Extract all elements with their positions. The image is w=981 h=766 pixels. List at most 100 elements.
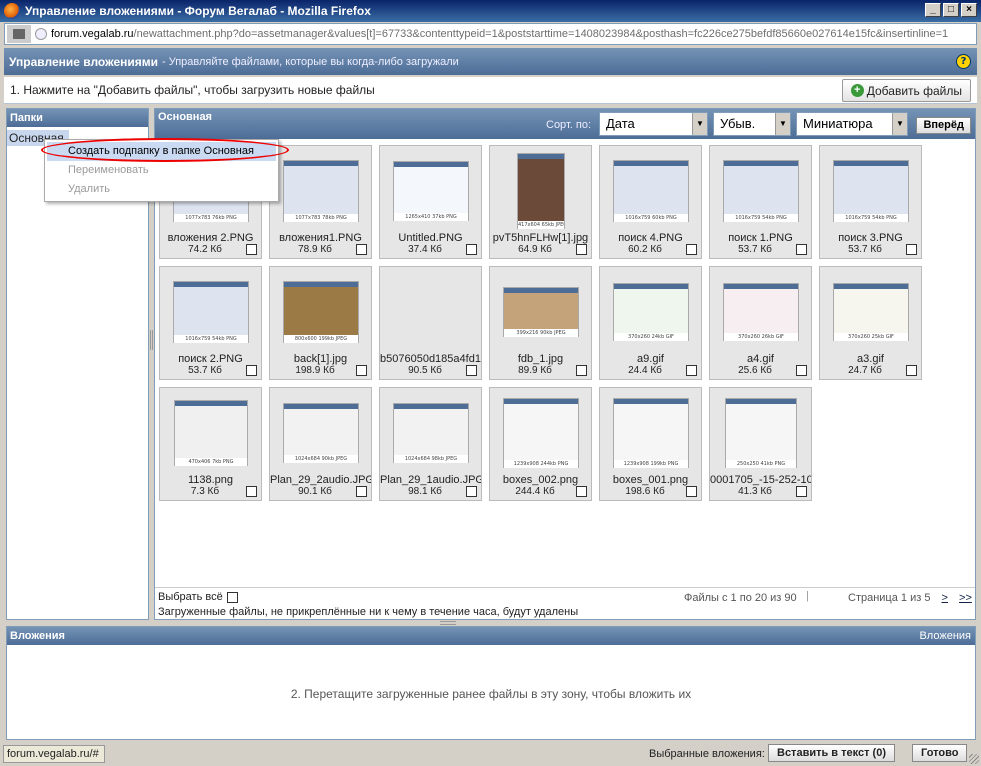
file-thumbnail[interactable]: 370x260 25kb GIF (830, 273, 912, 351)
file-checkbox[interactable] (686, 486, 697, 497)
file-tile[interactable]: 399x216 90kb JPEG fdb_1.jpg 89.9 Кб (489, 266, 592, 380)
file-checkbox[interactable] (576, 486, 587, 497)
delete-menu-item[interactable]: Удалить (47, 180, 276, 199)
select-all[interactable]: Выбрать всё (158, 591, 238, 603)
file-tile[interactable]: 250x250 41kb PNG 0001705_-15-252-100-41.3… (709, 387, 812, 501)
help-icon[interactable]: ? (956, 54, 971, 69)
thumbnail-caption: 370x260 26kb GIF (724, 333, 798, 341)
window-controls: _ □ × (925, 3, 977, 17)
file-tile[interactable]: 1016x759 60kb PNG поиск 4.PNG 60.2 Кб (599, 145, 702, 259)
last-page-link[interactable]: >> (959, 592, 972, 604)
file-thumbnail[interactable] (390, 273, 472, 351)
file-thumbnail[interactable]: 1016x759 60kb PNG (610, 152, 692, 230)
file-checkbox[interactable] (246, 365, 257, 376)
file-checkbox[interactable] (796, 365, 807, 376)
file-checkbox[interactable] (466, 486, 477, 497)
add-files-button[interactable]: + Добавить файлы (841, 79, 971, 102)
file-tile[interactable]: 370x260 26kb GIF a4.gif 25.6 Кб (709, 266, 812, 380)
address-bar[interactable]: forum.vegalab.ru/newattachment.php?do=as… (4, 23, 977, 45)
files-panel-footer: Выбрать всё Файлы с 1 по 20 из 90 | Стра… (155, 587, 975, 619)
next-page-link[interactable]: > (942, 592, 948, 604)
file-thumbnail[interactable]: 417x604 65kb JPEG (500, 152, 582, 230)
file-thumbnail[interactable]: 1077x783 78kb PNG (280, 152, 362, 230)
file-tile[interactable]: 1024x684 98kb JPEG Plan_29_1audio.JPG 98.1… (379, 387, 482, 501)
file-tile[interactable]: 1016x759 54kb PNG поиск 2.PNG 53.7 Кб (159, 266, 262, 380)
go-button[interactable]: Вперёд (916, 117, 971, 134)
thumbnail-image: 470x406 7kb PNG (174, 400, 248, 466)
thumbnail-caption: 1239x908 199kb PNG (614, 460, 688, 468)
file-tile[interactable]: 1239x908 244kb PNG boxes_002.png 244.4 Кб (489, 387, 592, 501)
done-button[interactable]: Готово (912, 744, 968, 762)
file-tile[interactable]: 1016x759 54kb PNG поиск 3.PNG 53.7 Кб (819, 145, 922, 259)
thumbnail-image: 1239x908 199kb PNG (613, 398, 689, 468)
file-name: a4.gif (747, 353, 774, 365)
minimize-icon[interactable]: _ (925, 3, 941, 17)
file-thumbnail[interactable]: 1024x684 90kb JPEG (280, 394, 362, 472)
file-checkbox[interactable] (796, 244, 807, 255)
url-path: /newattachment.php?do=assetmanager&value… (133, 28, 949, 40)
window-resize-handle[interactable] (969, 754, 979, 764)
file-checkbox[interactable] (466, 365, 477, 376)
file-thumbnail[interactable]: 1239x908 244kb PNG (500, 394, 582, 472)
window-title: Управление вложениями - Форум Вегалаб - … (25, 4, 371, 18)
file-thumbnail[interactable]: 370x260 26kb GIF (720, 273, 802, 351)
file-tile[interactable]: b5076050d185a4fd1e690.5 Кб (379, 266, 482, 380)
file-thumbnail[interactable]: 1239x908 199kb PNG (610, 394, 692, 472)
file-thumbnail[interactable]: 370x260 24kb GIF (610, 273, 692, 351)
file-checkbox[interactable] (906, 244, 917, 255)
file-size: 244.4 Кб (515, 486, 555, 497)
file-name: поиск 4.PNG (618, 232, 683, 244)
select-all-checkbox[interactable] (226, 591, 238, 603)
close-icon[interactable]: × (961, 3, 977, 17)
file-checkbox[interactable] (576, 365, 587, 376)
file-tile[interactable]: 1077x783 78kb PNG вложения1.PNG 78.9 Кб (269, 145, 372, 259)
file-size: 24.4 Кб (628, 365, 662, 376)
resize-grip[interactable] (440, 621, 456, 625)
file-tile[interactable]: 1024x684 90kb JPEG Plan_29_2audio.JPG 90.1… (269, 387, 372, 501)
file-checkbox[interactable] (356, 486, 367, 497)
file-thumbnail[interactable]: 470x406 7kb PNG (170, 394, 252, 472)
file-thumbnail[interactable]: 1016x759 54kb PNG (720, 152, 802, 230)
file-tile[interactable]: 470x406 7kb PNG 1138.png 7.3 Кб (159, 387, 262, 501)
file-thumbnail[interactable]: 1265x410 37kb PNG (390, 152, 472, 230)
file-checkbox[interactable] (356, 244, 367, 255)
file-tile[interactable]: 417x604 65kb JPEG pvT5hnFLHw[1].jpg 64.9 К… (489, 145, 592, 259)
maximize-icon[interactable]: □ (943, 3, 959, 17)
file-tile[interactable]: 800x600 199kb JPEG back[1].jpg 198.9 Кб (269, 266, 372, 380)
file-tile[interactable]: 370x260 25kb GIF a3.gif 24.7 Кб (819, 266, 922, 380)
sort-field-select[interactable]: Дата ▼ (599, 112, 708, 136)
insert-into-text-button[interactable]: Вставить в текст (0) (768, 744, 895, 762)
file-thumbnail[interactable]: 399x216 90kb JPEG (500, 273, 582, 351)
file-checkbox[interactable] (356, 365, 367, 376)
file-size: 90.1 Кб (298, 486, 332, 497)
file-thumbnail[interactable]: 1024x684 98kb JPEG (390, 394, 472, 472)
rename-menu-item[interactable]: Переименовать (47, 161, 276, 180)
thumbnail-caption: 1077x783 78kb PNG (284, 214, 358, 222)
file-checkbox[interactable] (686, 365, 697, 376)
file-thumbnail[interactable]: 1016x759 54kb PNG (830, 152, 912, 230)
thumbnail-image: 1077x783 78kb PNG (283, 160, 359, 222)
file-thumbnail[interactable]: 800x600 199kb JPEG (280, 273, 362, 351)
file-checkbox[interactable] (686, 244, 697, 255)
file-thumbnail[interactable]: 250x250 41kb PNG (720, 394, 802, 472)
file-tile[interactable]: 1016x759 54kb PNG поиск 1.PNG 53.7 Кб (709, 145, 812, 259)
thumbnail-image: 1016x759 60kb PNG (613, 160, 689, 222)
file-checkbox[interactable] (906, 365, 917, 376)
thumbnail-image: 1024x684 98kb JPEG (393, 403, 469, 463)
file-checkbox[interactable] (246, 244, 257, 255)
file-checkbox[interactable] (796, 486, 807, 497)
sort-order-select[interactable]: Убыв. ▼ (713, 112, 791, 136)
site-identity-icon[interactable] (7, 25, 31, 43)
file-checkbox[interactable] (246, 486, 257, 497)
file-tile[interactable]: 370x260 24kb GIF a9.gif 24.4 Кб (599, 266, 702, 380)
selected-attachments-label: Выбранные вложения: (649, 748, 765, 760)
view-mode-select[interactable]: Миниатюра ▼ (796, 112, 908, 136)
file-tile[interactable]: 1265x410 37kb PNG Untitled.PNG 37.4 Кб (379, 145, 482, 259)
file-size: 64.9 Кб (518, 244, 552, 255)
file-checkbox[interactable] (576, 244, 587, 255)
file-tile[interactable]: 1239x908 199kb PNG boxes_001.png 198.6 Кб (599, 387, 702, 501)
file-thumbnail[interactable]: 1016x759 54kb PNG (170, 273, 252, 351)
file-checkbox[interactable] (466, 244, 477, 255)
panel-splitter-handle[interactable] (150, 330, 153, 350)
page-title: Управление вложениями (9, 54, 159, 69)
